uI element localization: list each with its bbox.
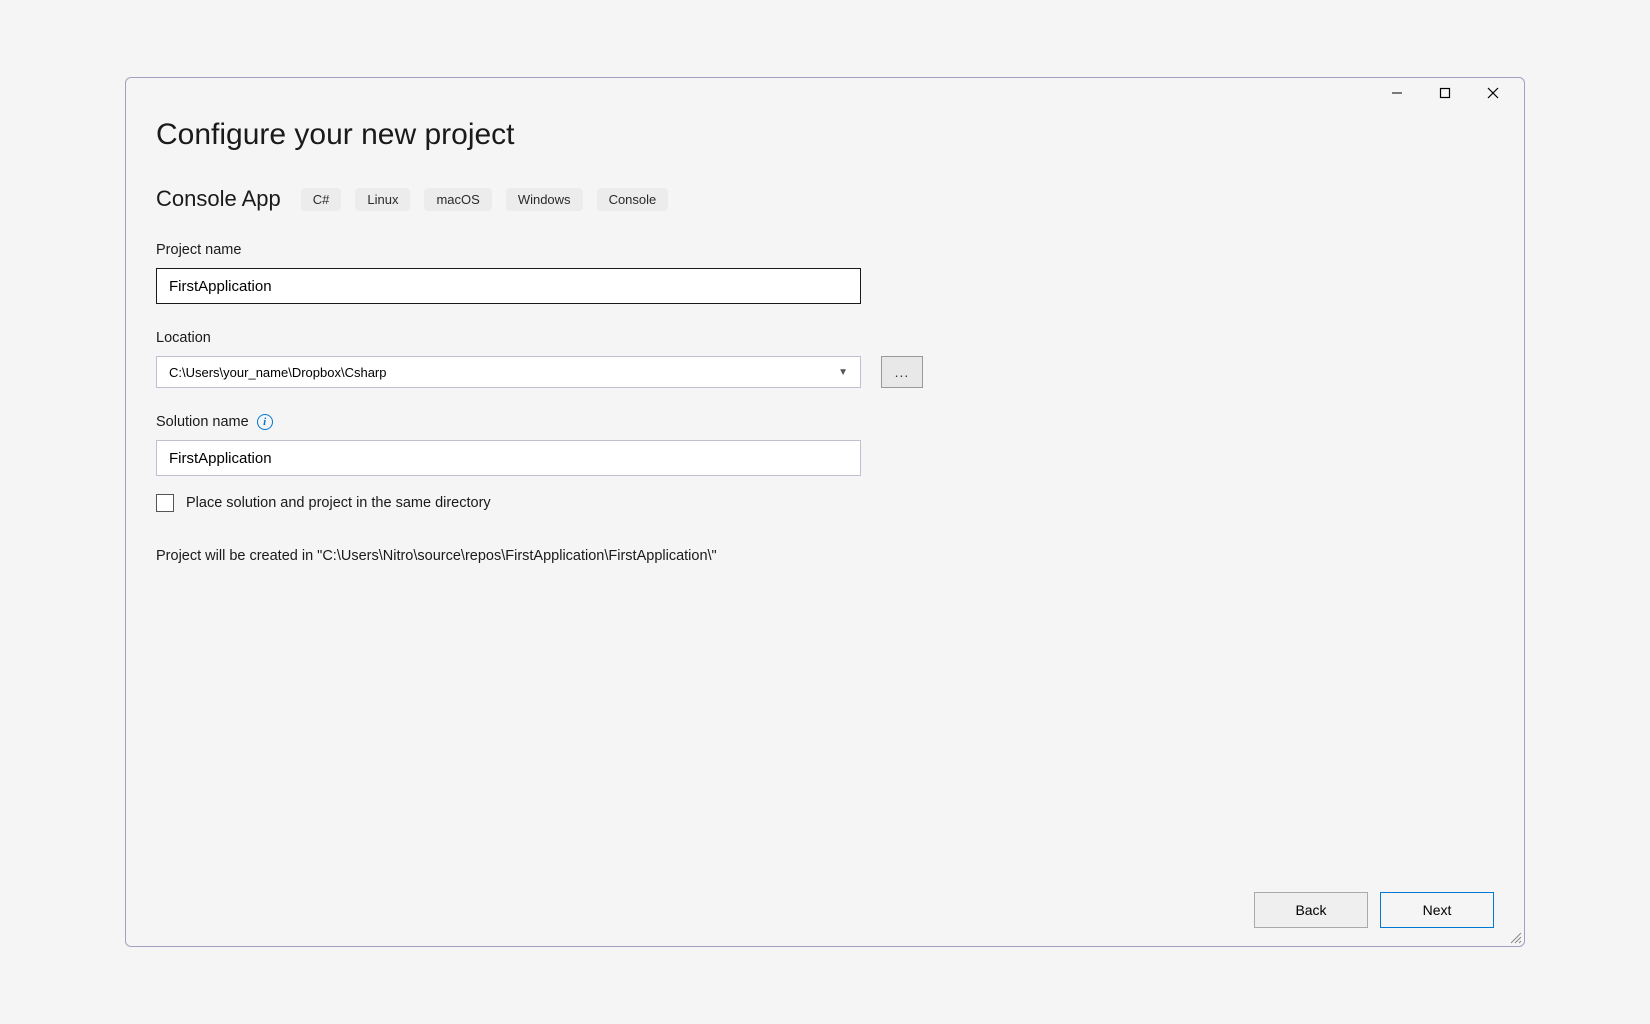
solution-name-input[interactable] bbox=[156, 440, 861, 476]
solution-name-group: Solution name i bbox=[156, 414, 1494, 476]
page-title: Configure your new project bbox=[156, 118, 1494, 152]
solution-name-label-text: Solution name bbox=[156, 414, 249, 430]
dialog-window: Configure your new project Console App C… bbox=[125, 77, 1525, 947]
location-row: C:\Users\your_name\Dropbox\Csharp ▼ ... bbox=[156, 356, 1494, 388]
maximize-button[interactable] bbox=[1422, 79, 1468, 107]
same-directory-label: Place solution and project in the same d… bbox=[186, 495, 491, 511]
tag-csharp: C# bbox=[301, 188, 342, 211]
project-type-name: Console App bbox=[156, 186, 281, 212]
same-directory-row: Place solution and project in the same d… bbox=[156, 494, 1494, 512]
same-directory-checkbox[interactable] bbox=[156, 494, 174, 512]
content-area: Configure your new project Console App C… bbox=[126, 108, 1524, 946]
solution-name-label: Solution name i bbox=[156, 414, 1494, 430]
tag-console: Console bbox=[597, 188, 669, 211]
minimize-button[interactable] bbox=[1374, 79, 1420, 107]
tag-linux: Linux bbox=[355, 188, 410, 211]
project-name-label: Project name bbox=[156, 242, 1494, 258]
location-combobox[interactable]: C:\Users\your_name\Dropbox\Csharp ▼ bbox=[156, 356, 861, 388]
close-button[interactable] bbox=[1470, 79, 1516, 107]
back-button[interactable]: Back bbox=[1254, 892, 1368, 928]
titlebar bbox=[126, 78, 1524, 108]
tag-windows: Windows bbox=[506, 188, 583, 211]
location-label: Location bbox=[156, 330, 1494, 346]
project-path-message: Project will be created in "C:\Users\Nit… bbox=[156, 548, 1494, 564]
info-icon[interactable]: i bbox=[257, 414, 273, 430]
footer-buttons: Back Next bbox=[1254, 892, 1494, 928]
project-type-row: Console App C# Linux macOS Windows Conso… bbox=[156, 186, 1494, 212]
location-group: Location C:\Users\your_name\Dropbox\Csha… bbox=[156, 330, 1494, 388]
tag-macos: macOS bbox=[424, 188, 491, 211]
next-button[interactable]: Next bbox=[1380, 892, 1494, 928]
project-name-group: Project name bbox=[156, 242, 1494, 304]
location-value: C:\Users\your_name\Dropbox\Csharp bbox=[169, 365, 386, 380]
project-name-input[interactable] bbox=[156, 268, 861, 304]
chevron-down-icon: ▼ bbox=[838, 367, 848, 378]
browse-button[interactable]: ... bbox=[881, 356, 923, 388]
